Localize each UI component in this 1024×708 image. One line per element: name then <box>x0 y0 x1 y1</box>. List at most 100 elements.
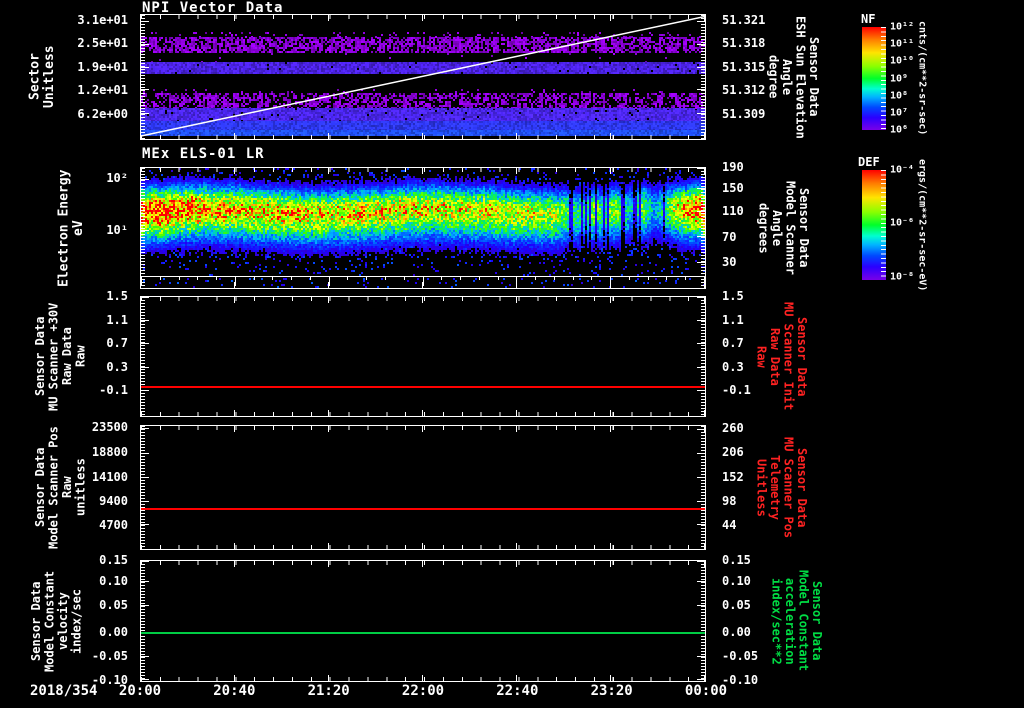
x-major-tick <box>140 168 141 174</box>
colorbar-nf <box>862 27 886 130</box>
x-major-tick <box>327 168 329 174</box>
minor-ticks-bottom <box>141 545 705 549</box>
x-major-tick <box>140 543 141 549</box>
x-major-tick <box>140 282 141 288</box>
y-major-tick <box>141 67 149 69</box>
minor-ticks-right <box>701 561 705 681</box>
y-major-tick <box>697 452 705 454</box>
tick-label: 260 <box>722 421 744 435</box>
x-major-tick <box>422 15 423 21</box>
y-major-tick <box>697 678 705 680</box>
x-major-tick <box>422 133 423 139</box>
colorbar-def-title: DEF <box>858 155 880 169</box>
tick-label: 51.312 <box>722 82 766 97</box>
x-major-tick <box>233 297 235 303</box>
yticks-right-mu-scanner-30v: 1.5 1.1 0.7 0.3 -0.1 <box>718 289 780 417</box>
y-major-tick <box>141 477 149 479</box>
y-major-tick <box>697 211 705 213</box>
x-major-tick <box>140 133 141 139</box>
minor-ticks-top <box>141 297 705 301</box>
tick-label: 1.1 <box>106 312 128 327</box>
x-major-tick <box>140 410 141 416</box>
y-major-tick <box>141 452 149 454</box>
tick-label: 1.5 <box>722 289 744 303</box>
x-major-tick <box>515 426 517 432</box>
y-major-tick <box>697 389 705 391</box>
tick-label: 206 <box>722 445 744 459</box>
x-major-tick <box>704 15 705 21</box>
y-major-tick <box>697 428 705 430</box>
x-major-tick <box>610 426 611 432</box>
y-major-tick <box>141 21 149 23</box>
tick-label: 1.2e+01 <box>77 82 128 97</box>
npi-spectrogram-canvas <box>141 15 705 139</box>
tick-label: 110 <box>722 203 744 218</box>
tick-label: 98 <box>722 494 737 508</box>
minor-ticks-left <box>141 297 145 416</box>
y-major-tick <box>697 67 705 69</box>
y-major-tick <box>141 581 149 583</box>
y-major-tick <box>141 389 149 391</box>
tick-label: 18800 <box>91 445 128 459</box>
x-major-tick <box>233 426 235 432</box>
colorbar-def-unit-label: ergs/(cm**2-sr-sec-eV) <box>916 158 928 292</box>
tick-label: 4700 <box>99 518 128 532</box>
x-major-tick <box>233 168 235 174</box>
tick-label: 0.10 <box>722 573 751 588</box>
yticks-left-model-constant-velocity: 0.15 0.10 0.05 0.00 -0.05 -0.10 <box>0 553 134 687</box>
yticks-left-els: 10² 10¹ <box>0 167 134 289</box>
tick-label: -0.1 <box>99 383 128 398</box>
x-major-tick <box>422 297 423 303</box>
y-major-tick <box>697 168 705 169</box>
minor-ticks-left <box>141 426 145 549</box>
tick-label: 51.315 <box>722 59 766 74</box>
panel-mu-scanner-30v <box>140 296 706 417</box>
x-major-tick <box>610 410 611 416</box>
x-major-tick <box>233 282 235 288</box>
x-major-tick <box>610 297 611 303</box>
x-major-tick <box>327 133 329 139</box>
y-major-tick <box>141 89 149 91</box>
y-major-tick <box>697 43 705 45</box>
x-major-tick <box>233 561 235 567</box>
yticks-left-mu-scanner-30v: 1.5 1.1 0.7 0.3 -0.1 <box>0 289 134 417</box>
panel-els-spectrogram <box>140 167 706 289</box>
x-major-tick <box>515 133 517 139</box>
x-major-tick <box>515 282 517 288</box>
x-major-tick <box>704 410 705 416</box>
tick-label: 0.7 <box>106 336 128 351</box>
yticks-left-model-scanner-pos: 23500 18800 14100 9400 4700 <box>0 420 134 550</box>
y-major-tick <box>141 343 149 345</box>
x-major-tick <box>327 543 329 549</box>
colorbar-def-ticks <box>881 170 886 280</box>
tick-label: 0.15 <box>99 553 128 567</box>
x-major-tick <box>327 297 329 303</box>
panel-model-scanner-pos <box>140 425 706 550</box>
y-major-tick <box>697 366 705 368</box>
y-major-tick <box>697 320 705 322</box>
x-major-tick <box>610 561 611 567</box>
x-tick-label: 22:40 <box>496 683 539 699</box>
x-major-tick <box>515 168 517 174</box>
x-major-tick <box>327 410 329 416</box>
x-tick-label: 20:40 <box>213 683 256 699</box>
x-major-tick <box>422 675 423 681</box>
els-spectrogram-canvas <box>141 168 705 288</box>
tick-label: 14100 <box>91 470 128 484</box>
x-major-tick <box>422 168 423 174</box>
x-major-tick <box>422 561 423 567</box>
minor-ticks-top <box>141 426 705 430</box>
yticks-left-npi: 3.1e+01 2.5e+01 1.9e+01 1.2e+01 6.2e+00 <box>0 13 134 140</box>
tick-label: 0.10 <box>99 573 128 588</box>
tick-label: 3.1e+01 <box>77 13 128 28</box>
plot-figure: NPI Vector Data MEx ELS-01 LR Sector Uni… <box>0 0 1024 708</box>
x-major-tick <box>515 297 517 303</box>
tick-label: 10² <box>106 170 128 185</box>
y-major-tick <box>141 605 149 607</box>
y-major-tick <box>141 112 149 114</box>
minor-ticks-left <box>141 561 145 681</box>
minor-ticks-right <box>701 297 705 416</box>
tick-label: 9400 <box>99 494 128 508</box>
tick-label: 1.9e+01 <box>77 59 128 74</box>
tick-label: 10⁸ <box>890 90 909 102</box>
